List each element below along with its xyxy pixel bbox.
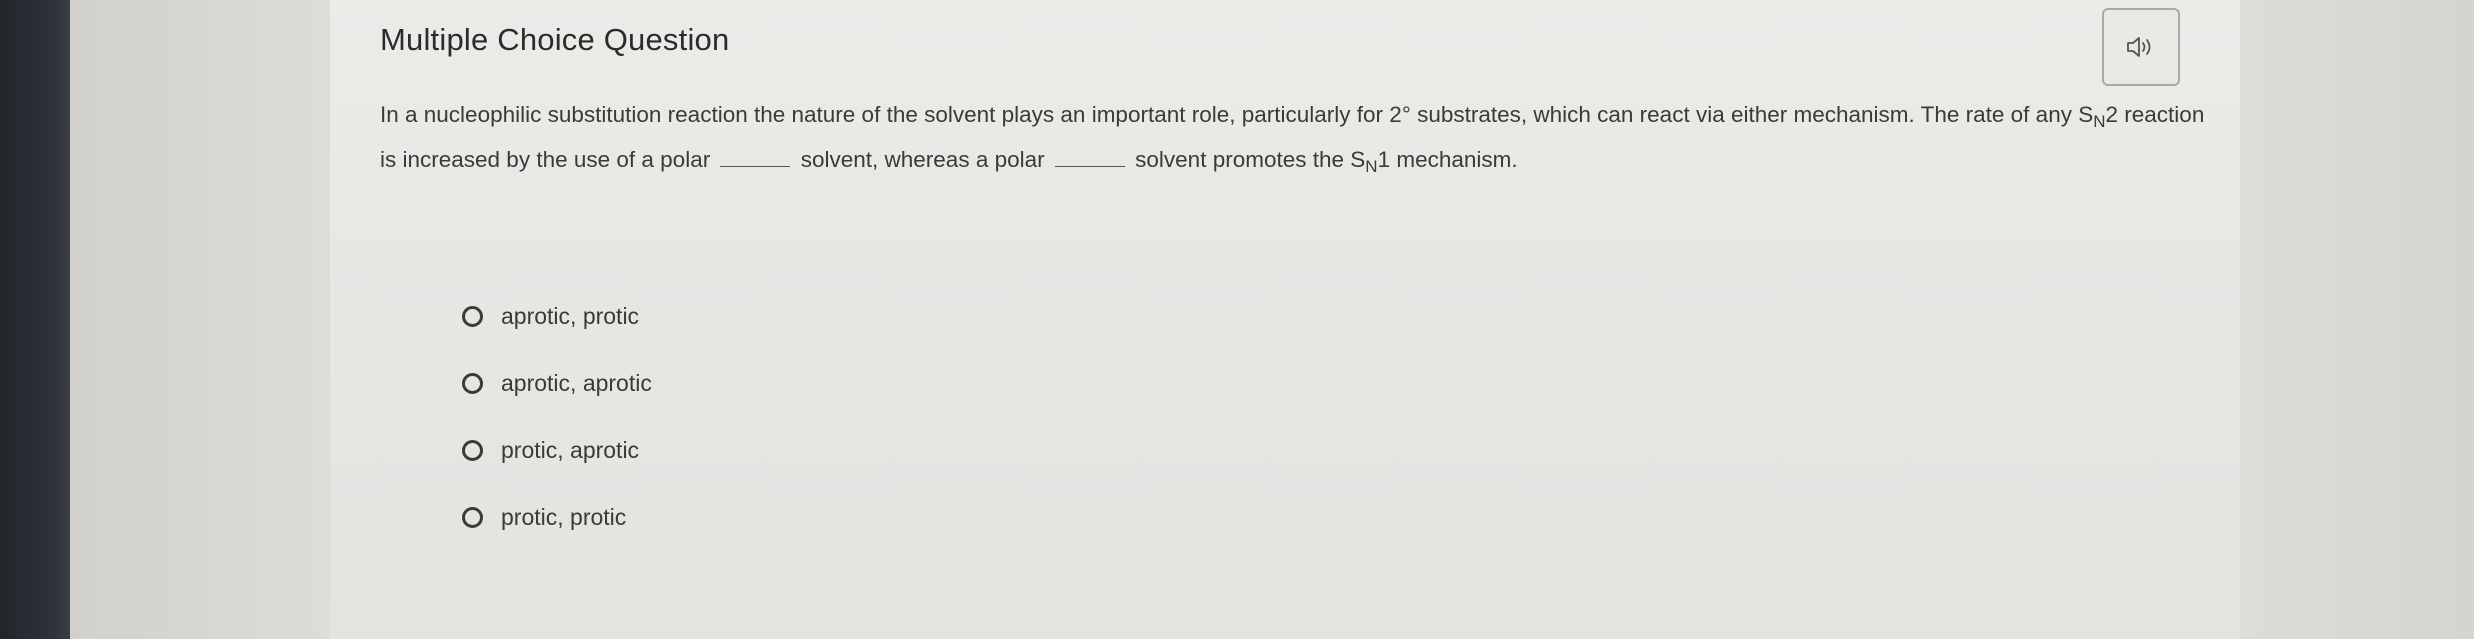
choice-label: aprotic, aprotic <box>501 369 652 396</box>
answer-blank-2 <box>1054 148 1125 167</box>
read-aloud-button[interactable] <box>2102 8 2180 86</box>
question-card: Multiple Choice Question In a nucleophil… <box>330 0 2240 639</box>
choice-label: protic, aprotic <box>501 436 640 463</box>
radio-button[interactable] <box>462 372 483 394</box>
answer-blank-1 <box>720 148 791 167</box>
choice-label: aprotic, protic <box>501 302 640 329</box>
left-dark-edge <box>0 0 70 639</box>
choice-option[interactable]: protic, aprotic <box>462 430 652 470</box>
radio-button[interactable] <box>462 506 483 528</box>
subscript-n-2: N <box>1365 157 1378 176</box>
question-title: Multiple Choice Question <box>380 22 730 57</box>
subscript-n-1: N <box>2093 112 2106 131</box>
question-text-part1: In a nucleophilic substitution reaction … <box>380 102 2094 127</box>
answer-choices: aprotic, protic aprotic, aprotic protic,… <box>462 296 652 564</box>
choice-option[interactable]: aprotic, protic <box>462 296 652 336</box>
choice-label: protic, protic <box>501 503 627 530</box>
question-text-part3: solvent, whereas a polar <box>800 147 1045 172</box>
radio-button[interactable] <box>462 439 483 461</box>
speaker-icon <box>2127 37 2151 57</box>
question-text-part4: solvent promotes the S <box>1135 147 1366 172</box>
radio-button[interactable] <box>462 305 483 327</box>
choice-option[interactable]: protic, protic <box>462 497 652 537</box>
question-text: In a nucleophilic substitution reaction … <box>380 96 2210 186</box>
choice-option[interactable]: aprotic, aprotic <box>462 363 652 403</box>
question-text-part5: 1 mechanism. <box>1377 147 1518 172</box>
